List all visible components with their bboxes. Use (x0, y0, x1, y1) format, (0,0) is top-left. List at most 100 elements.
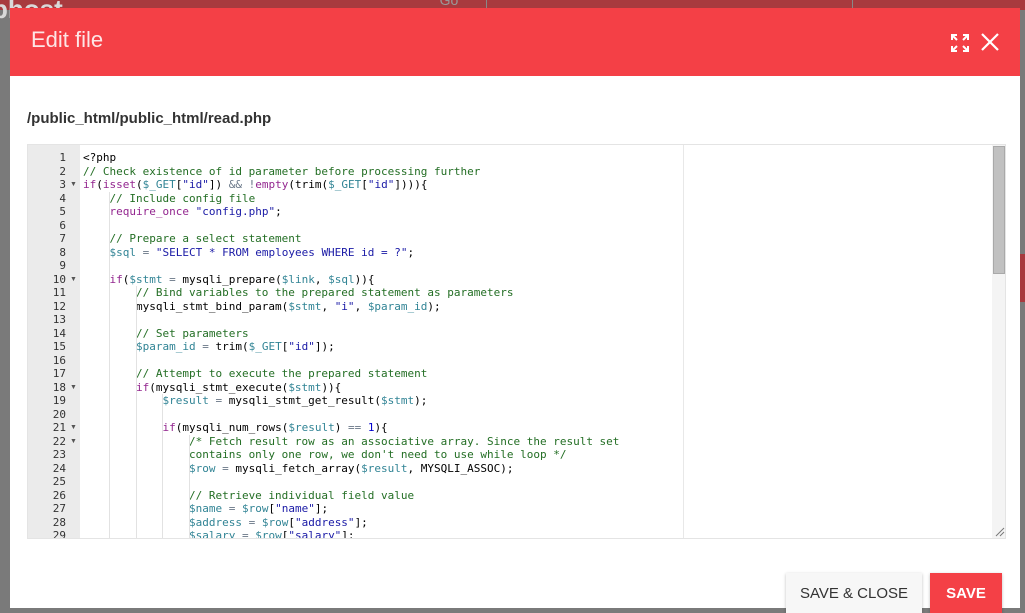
code-line-text: $address = $row["address"]; (188, 515, 368, 529)
line-number: 23 (52, 448, 66, 461)
background-side-tab (1020, 254, 1025, 302)
line-number: 3 (59, 178, 66, 191)
line-number: 7 (59, 232, 66, 245)
code-line-text: // Set parameters (83, 326, 249, 340)
fold-arrow-icon[interactable]: ▼ (70, 273, 77, 287)
save-button[interactable]: SAVE (930, 573, 1002, 613)
code-line-text: // Bind variables to the prepared statem… (83, 286, 514, 299)
background-sidebar-text (0, 212, 10, 226)
line-number: 16 (52, 353, 66, 367)
line-number: 17 (52, 367, 66, 380)
line-number: 11 (52, 286, 66, 299)
code-text-area[interactable]: <?php// Check existence of id parameter … (80, 145, 992, 538)
line-number: 22 (52, 434, 66, 448)
code-line-text: /* Fetch result row as an associative ar… (83, 434, 620, 448)
code-line: <?php (80, 151, 992, 165)
code-editor[interactable]: 1 2 3 ▼ 4 5 6 7 8 9 10 ▼ 11 12 13 14 15 16 17 18 ▼ 19 20 21 ▼ 22 ▼… (27, 144, 1006, 539)
code-line: // Set parameters (80, 327, 992, 341)
code-line: $address = $row["address"]; (80, 516, 992, 530)
line-number: 20 (52, 407, 66, 421)
line-number: 21 (52, 421, 66, 434)
code-line: $name = $row["name"]; (80, 502, 992, 516)
code-line: // Bind variables to the prepared statem… (80, 286, 992, 300)
code-line: $result = mysqli_stmt_get_result($stmt); (80, 394, 992, 408)
line-number: 26 (52, 488, 66, 502)
code-line: // Check existence of id parameter befor… (80, 165, 992, 179)
code-line: // Prepare a select statement (80, 232, 992, 246)
indent-guide (188, 434, 190, 538)
line-number: 8 (59, 245, 66, 259)
code-line-text: if(isset($_GET["id"]) && !empty(trim($_G… (83, 178, 428, 191)
scrollbar-thumb[interactable] (993, 146, 1005, 274)
code-line: $param_id = trim($_GET["id"]); (80, 340, 992, 354)
indent-guide (135, 286, 137, 538)
edit-file-dialog: Edit file /public_html/public_html/read.… (10, 8, 1020, 613)
code-line: // Include config file (80, 192, 992, 206)
code-line: // Attempt to execute the prepared state… (80, 367, 992, 381)
fold-arrow-icon[interactable]: ▼ (70, 178, 77, 192)
fold-arrow-icon[interactable]: ▼ (70, 381, 77, 395)
code-line: if(mysqli_num_rows($result) == 1){ (80, 421, 992, 435)
code-line: if(mysqli_stmt_execute($stmt)){ (80, 381, 992, 395)
line-number: 5 (59, 205, 66, 218)
code-line-text: $param_id = trim($_GET["id"]); (135, 340, 335, 353)
dialog-header: Edit file (10, 8, 1020, 76)
line-number: 12 (52, 299, 66, 313)
code-line-text: $sql = "SELECT * FROM employees WHERE id… (109, 245, 415, 259)
line-number: 14 (52, 326, 66, 340)
code-line: if(isset($_GET["id"]) && !empty(trim($_G… (80, 178, 992, 192)
code-line-text: contains only one row, we don't need to … (83, 448, 567, 461)
fold-arrow-icon[interactable]: ▼ (70, 435, 77, 449)
code-line-text: require_once "config.php"; (109, 205, 282, 218)
code-line: contains only one row, we don't need to … (80, 448, 992, 462)
vertical-scrollbar[interactable] (992, 145, 1005, 538)
code-line: $salary = $row["salary"]; (80, 529, 992, 539)
close-icon[interactable] (979, 31, 1001, 53)
indent-guide (162, 394, 164, 538)
code-line: $row = mysqli_fetch_array($result, MYSQL… (80, 462, 992, 476)
line-number: 19 (52, 394, 66, 407)
background-sidebar-text (0, 300, 10, 318)
code-line-text: if($stmt = mysqli_prepare($link, $sql)){ (109, 272, 375, 286)
line-number: 28 (52, 515, 66, 529)
code-line-text: $salary = $row["salary"]; (188, 529, 355, 539)
code-line-text: // Retrieve individual field value (83, 488, 415, 502)
code-line: // Retrieve individual field value (80, 489, 992, 503)
line-number: 27 (52, 502, 66, 515)
line-number: 4 (59, 191, 66, 205)
line-number: 9 (59, 259, 66, 272)
save-and-close-button[interactable]: SAVE & CLOSE (786, 573, 922, 613)
line-number: 6 (59, 218, 66, 232)
code-line-text: <?php (83, 151, 117, 164)
code-line-text: $row = mysqli_fetch_array($result, MYSQL… (188, 461, 514, 475)
code-line: $sql = "SELECT * FROM employees WHERE id… (80, 246, 992, 260)
expand-icon[interactable] (951, 34, 969, 52)
code-line-text: $result = mysqli_stmt_get_result($stmt); (162, 394, 428, 407)
code-line-text: // Attempt to execute the prepared state… (83, 367, 428, 380)
code-line: mysqli_stmt_bind_param($stmt, "i", $para… (80, 300, 992, 314)
line-number: 25 (52, 475, 66, 488)
line-number: 24 (52, 461, 66, 475)
code-line-text: if(mysqli_stmt_execute($stmt)){ (135, 380, 342, 394)
fold-arrow-icon[interactable]: ▼ (70, 421, 77, 435)
code-line: if($stmt = mysqli_prepare($link, $sql)){ (80, 273, 992, 287)
code-line-text: $name = $row["name"]; (188, 502, 329, 515)
indent-guide (109, 191, 111, 538)
line-number: 15 (52, 340, 66, 353)
line-number: 2 (59, 164, 66, 178)
dialog-title: Edit file (31, 27, 104, 52)
line-number: 1 (59, 151, 66, 164)
line-number: 10 (52, 272, 66, 286)
resize-grip-icon[interactable] (993, 525, 1005, 537)
line-number-gutter: 1 2 3 ▼ 4 5 6 7 8 9 10 ▼ 11 12 13 14 15 16 17 18 ▼ 19 20 21 ▼ 22 ▼… (28, 145, 80, 538)
code-line-text: if(mysqli_num_rows($result) == 1){ (162, 421, 388, 434)
code-line: require_once "config.php"; (80, 205, 992, 219)
line-number: 13 (52, 313, 66, 326)
line-number: 29 (52, 529, 66, 539)
